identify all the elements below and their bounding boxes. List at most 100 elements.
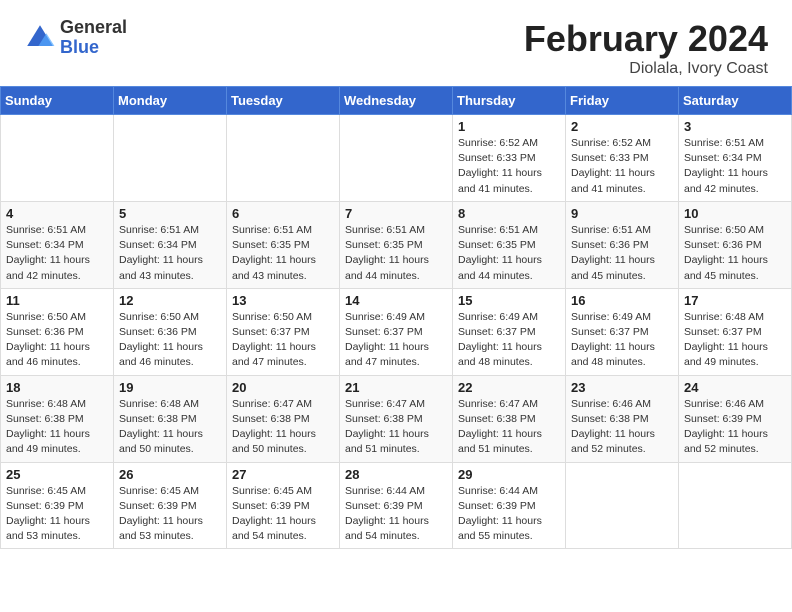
- calendar-cell: 15Sunrise: 6:49 AM Sunset: 6:37 PM Dayli…: [453, 288, 566, 375]
- calendar-table: SundayMondayTuesdayWednesdayThursdayFrid…: [0, 86, 792, 549]
- day-number: 25: [6, 467, 108, 482]
- week-row-4: 18 Sunrise: 6:48 AM Sunset: 6:38 PM Dayli…: [1, 375, 792, 462]
- calendar-cell: 12Sunrise: 6:50 AM Sunset: 6:36 PM Dayli…: [114, 288, 227, 375]
- calendar-cell: 24 Sunrise: 6:46 AM Sunset: 6:39 PM Dayli…: [679, 375, 792, 462]
- day-info: Sunrise: 6:51 AM Sunset: 6:35 PM Dayligh…: [345, 223, 447, 284]
- day-number: 8: [458, 206, 560, 221]
- day-number: 4: [6, 206, 108, 221]
- day-number: 17: [684, 293, 786, 308]
- day-header-saturday: Saturday: [679, 87, 792, 115]
- logo-text: General Blue: [60, 18, 127, 58]
- calendar-cell: [566, 462, 679, 549]
- day-info: Sunrise: 6:49 AM Sunset: 6:37 PM Dayligh…: [345, 310, 447, 371]
- day-header-monday: Monday: [114, 87, 227, 115]
- day-number: 5: [119, 206, 221, 221]
- day-number: 26: [119, 467, 221, 482]
- calendar-cell: 16 Sunrise: 6:49 AM Sunset: 6:37 PM Dayli…: [566, 288, 679, 375]
- day-number: 10: [684, 206, 786, 221]
- calendar-cell: [679, 462, 792, 549]
- day-header-sunday: Sunday: [1, 87, 114, 115]
- week-row-5: 25 Sunrise: 6:45 AM Sunset: 6:39 PM Dayli…: [1, 462, 792, 549]
- logo-general-text: General: [60, 18, 127, 38]
- day-number: 18: [6, 380, 108, 395]
- day-info: Sunrise: 6:51 AM Sunset: 6:34 PM Dayligh…: [119, 223, 221, 284]
- day-number: 11: [6, 293, 108, 308]
- day-info: Sunrise: 6:51 AM Sunset: 6:35 PM Dayligh…: [232, 223, 334, 284]
- calendar-cell: 17Sunrise: 6:48 AM Sunset: 6:37 PM Dayli…: [679, 288, 792, 375]
- day-info: Sunrise: 6:47 AM Sunset: 6:38 PM Dayligh…: [458, 397, 560, 458]
- day-info: Sunrise: 6:46 AM Sunset: 6:39 PM Dayligh…: [684, 397, 786, 458]
- day-number: 6: [232, 206, 334, 221]
- calendar-cell: 29 Sunrise: 6:44 AM Sunset: 6:39 PM Dayli…: [453, 462, 566, 549]
- calendar-cell: 9 Sunrise: 6:51 AM Sunset: 6:36 PM Daylig…: [566, 201, 679, 288]
- page-header: General Blue February 2024 Diolala, Ivor…: [0, 0, 792, 86]
- logo-blue-text: Blue: [60, 38, 127, 58]
- calendar-cell: 10 Sunrise: 6:50 AM Sunset: 6:36 PM Dayli…: [679, 201, 792, 288]
- calendar-cell: 5 Sunrise: 6:51 AM Sunset: 6:34 PM Daylig…: [114, 201, 227, 288]
- calendar-cell: 20Sunrise: 6:47 AM Sunset: 6:38 PM Dayli…: [227, 375, 340, 462]
- day-number: 23: [571, 380, 673, 395]
- calendar-cell: 11 Sunrise: 6:50 AM Sunset: 6:36 PM Dayli…: [1, 288, 114, 375]
- day-info: Sunrise: 6:51 AM Sunset: 6:34 PM Dayligh…: [684, 136, 786, 197]
- calendar-cell: 27Sunrise: 6:45 AM Sunset: 6:39 PM Dayli…: [227, 462, 340, 549]
- calendar-cell: 19 Sunrise: 6:48 AM Sunset: 6:38 PM Dayli…: [114, 375, 227, 462]
- day-number: 13: [232, 293, 334, 308]
- day-info: Sunrise: 6:44 AM Sunset: 6:39 PM Dayligh…: [345, 484, 447, 545]
- calendar-cell: 13 Sunrise: 6:50 AM Sunset: 6:37 PM Dayli…: [227, 288, 340, 375]
- logo: General Blue: [24, 18, 127, 58]
- day-number: 14: [345, 293, 447, 308]
- day-header-thursday: Thursday: [453, 87, 566, 115]
- title-block: February 2024 Diolala, Ivory Coast: [524, 18, 768, 78]
- calendar-cell: 2 Sunrise: 6:52 AM Sunset: 6:33 PM Daylig…: [566, 115, 679, 202]
- day-info: Sunrise: 6:51 AM Sunset: 6:35 PM Dayligh…: [458, 223, 560, 284]
- day-number: 19: [119, 380, 221, 395]
- day-headers-row: SundayMondayTuesdayWednesdayThursdayFrid…: [1, 87, 792, 115]
- calendar-cell: 3 Sunrise: 6:51 AM Sunset: 6:34 PM Daylig…: [679, 115, 792, 202]
- day-number: 3: [684, 119, 786, 134]
- day-info: Sunrise: 6:50 AM Sunset: 6:36 PM Dayligh…: [6, 310, 108, 371]
- day-number: 7: [345, 206, 447, 221]
- day-info: Sunrise: 6:49 AM Sunset: 6:37 PM Dayligh…: [571, 310, 673, 371]
- logo-icon: [24, 22, 56, 54]
- calendar-cell: 23 Sunrise: 6:46 AM Sunset: 6:38 PM Dayli…: [566, 375, 679, 462]
- day-header-friday: Friday: [566, 87, 679, 115]
- day-info: Sunrise: 6:46 AM Sunset: 6:38 PM Dayligh…: [571, 397, 673, 458]
- day-info: Sunrise: 6:51 AM Sunset: 6:36 PM Dayligh…: [571, 223, 673, 284]
- day-info: Sunrise: 6:51 AM Sunset: 6:34 PM Dayligh…: [6, 223, 108, 284]
- day-number: 12: [119, 293, 221, 308]
- calendar-cell: [114, 115, 227, 202]
- calendar-cell: [1, 115, 114, 202]
- calendar-title: February 2024: [524, 18, 768, 60]
- week-row-1: 1 Sunrise: 6:52 AM Sunset: 6:33 PM Daylig…: [1, 115, 792, 202]
- day-number: 29: [458, 467, 560, 482]
- day-header-wednesday: Wednesday: [340, 87, 453, 115]
- day-info: Sunrise: 6:50 AM Sunset: 6:37 PM Dayligh…: [232, 310, 334, 371]
- calendar-cell: 14 Sunrise: 6:49 AM Sunset: 6:37 PM Dayli…: [340, 288, 453, 375]
- calendar-cell: [227, 115, 340, 202]
- day-number: 27: [232, 467, 334, 482]
- day-info: Sunrise: 6:52 AM Sunset: 6:33 PM Dayligh…: [571, 136, 673, 197]
- day-info: Sunrise: 6:45 AM Sunset: 6:39 PM Dayligh…: [6, 484, 108, 545]
- calendar-cell: 4 Sunrise: 6:51 AM Sunset: 6:34 PM Daylig…: [1, 201, 114, 288]
- day-info: Sunrise: 6:44 AM Sunset: 6:39 PM Dayligh…: [458, 484, 560, 545]
- day-number: 2: [571, 119, 673, 134]
- calendar-cell: 28Sunrise: 6:44 AM Sunset: 6:39 PM Dayli…: [340, 462, 453, 549]
- day-info: Sunrise: 6:48 AM Sunset: 6:38 PM Dayligh…: [119, 397, 221, 458]
- day-info: Sunrise: 6:50 AM Sunset: 6:36 PM Dayligh…: [684, 223, 786, 284]
- day-info: Sunrise: 6:48 AM Sunset: 6:38 PM Dayligh…: [6, 397, 108, 458]
- calendar-cell: 21Sunrise: 6:47 AM Sunset: 6:38 PM Dayli…: [340, 375, 453, 462]
- day-number: 1: [458, 119, 560, 134]
- calendar-cell: 22Sunrise: 6:47 AM Sunset: 6:38 PM Dayli…: [453, 375, 566, 462]
- calendar-cell: 1 Sunrise: 6:52 AM Sunset: 6:33 PM Daylig…: [453, 115, 566, 202]
- calendar-cell: 6 Sunrise: 6:51 AM Sunset: 6:35 PM Daylig…: [227, 201, 340, 288]
- week-row-2: 4 Sunrise: 6:51 AM Sunset: 6:34 PM Daylig…: [1, 201, 792, 288]
- day-info: Sunrise: 6:52 AM Sunset: 6:33 PM Dayligh…: [458, 136, 560, 197]
- calendar-cell: 25 Sunrise: 6:45 AM Sunset: 6:39 PM Dayli…: [1, 462, 114, 549]
- day-number: 21: [345, 380, 447, 395]
- day-number: 24: [684, 380, 786, 395]
- day-number: 20: [232, 380, 334, 395]
- calendar-cell: 18 Sunrise: 6:48 AM Sunset: 6:38 PM Dayli…: [1, 375, 114, 462]
- day-number: 9: [571, 206, 673, 221]
- day-number: 16: [571, 293, 673, 308]
- week-row-3: 11 Sunrise: 6:50 AM Sunset: 6:36 PM Dayli…: [1, 288, 792, 375]
